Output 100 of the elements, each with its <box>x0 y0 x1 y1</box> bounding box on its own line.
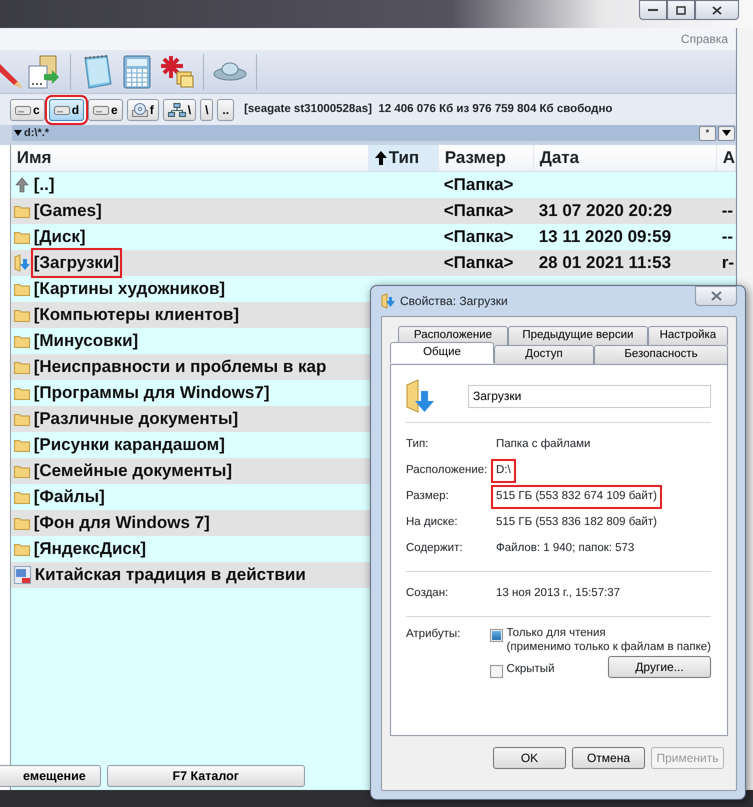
checkbox-note: (применимо только к файлам в папке) <box>506 640 711 654</box>
size-cell: <Папка> <box>444 253 514 272</box>
attribute-cell: -- <box>722 201 734 220</box>
attribute-cell: -- <box>722 227 734 246</box>
dropdown-button[interactable] <box>718 126 735 140</box>
folder-icon <box>14 464 30 478</box>
tab[interactable]: Предыдущие версии <box>508 326 648 345</box>
checkbox-label[interactable]: Только для чтения <box>506 626 711 640</box>
property-label: Атрибуты: <box>406 627 462 642</box>
close-icon <box>712 6 722 14</box>
file-name[interactable]: [Диск] <box>32 224 87 250</box>
dialog-button[interactable]: Отмена <box>572 747 645 769</box>
close-icon <box>710 291 722 301</box>
property-label: Размер: <box>406 489 450 504</box>
cd-drive-icon <box>132 102 148 116</box>
folder-icon <box>14 360 30 374</box>
name-field[interactable]: Загрузки <box>468 384 711 408</box>
drive-button[interactable]: c <box>10 98 45 120</box>
tab[interactable]: Общие <box>390 342 494 363</box>
property-value: Папка с файлами <box>495 437 592 452</box>
function-key-button[interactable]: F7 Каталог <box>106 765 305 787</box>
menu-item[interactable]: Справка <box>680 30 728 48</box>
path-text: d:\*.* <box>24 126 50 141</box>
file-name[interactable]: [Программы для Windows7] <box>32 380 270 406</box>
file-name[interactable]: [Рисунки карандашом] <box>32 432 226 458</box>
dropdown-icon[interactable] <box>14 130 22 136</box>
tab[interactable]: Доступ <box>494 345 594 364</box>
sort-arrow-icon <box>374 151 387 165</box>
property-label: Содержит: <box>406 541 464 556</box>
drive-info: [seagate st31000528as] 12 406 076 Кб из 976 759 804 Кб свободно <box>244 102 612 117</box>
date-cell: 28 01 2021 11:53 <box>538 253 672 272</box>
file-name[interactable]: [..] <box>32 172 56 198</box>
drive-button[interactable]: \ <box>162 98 196 120</box>
tab[interactable]: Безопасность <box>594 345 728 364</box>
size-cell: <Папка> <box>444 227 514 246</box>
download-folder-icon <box>381 293 395 309</box>
property-label: На диске: <box>406 515 459 530</box>
drive-icon <box>93 104 110 114</box>
file-name[interactable]: [Семейные документы] <box>32 458 234 484</box>
up-arrow-icon <box>14 177 30 193</box>
file-name[interactable]: [Минусовки] <box>32 328 140 354</box>
folder-icon <box>14 542 30 556</box>
folder-icon <box>14 516 30 530</box>
folder-icon <box>14 490 30 504</box>
file-name[interactable]: [Картины художников] <box>32 276 226 302</box>
file-name[interactable]: [Файлы] <box>32 484 106 510</box>
file-name[interactable]: [ЯндексДиск] <box>32 536 148 562</box>
property-label: Создан: <box>406 586 450 602</box>
folder-icon <box>14 282 30 296</box>
tab[interactable]: Настройка <box>648 326 728 345</box>
star-folders-icon[interactable] <box>159 54 195 90</box>
file-name[interactable]: [Загрузки] <box>32 250 120 276</box>
folder-icon <box>14 412 30 426</box>
drive-button[interactable]: \ <box>200 98 214 120</box>
checkbox[interactable] <box>490 629 503 642</box>
date-cell: 13 11 2020 09:59 <box>538 227 672 246</box>
drive-button[interactable]: f <box>126 98 159 120</box>
size-cell: <Папка> <box>444 175 514 194</box>
dialog-title: Свойства: Загрузки <box>400 293 508 310</box>
drive-button[interactable]: e <box>88 98 123 120</box>
drive-button[interactable]: .. <box>217 98 234 120</box>
drive-icon <box>54 104 70 114</box>
dialog-button[interactable]: OK <box>493 747 566 769</box>
folder-icon <box>14 308 30 322</box>
property-label: Расположение: <box>406 463 488 478</box>
minimize-button[interactable] <box>639 0 667 20</box>
property-value: 515 ГБ (553 836 182 809 байт) <box>495 515 658 530</box>
folder-icon <box>14 204 30 218</box>
column-header[interactable]: Размер <box>438 145 534 171</box>
column-header[interactable]: Тип <box>368 145 439 171</box>
drive-icon <box>15 104 31 114</box>
property-label: Тип: <box>406 437 430 452</box>
file-name[interactable]: [Games] <box>32 198 103 224</box>
video-file-icon <box>14 566 31 584</box>
maximize-button[interactable] <box>667 0 695 20</box>
folder-icon <box>14 230 30 244</box>
column-header[interactable]: Дата <box>534 145 717 171</box>
dialog-button: Применить <box>651 747 724 769</box>
folder-icon <box>14 438 30 452</box>
download-folder-icon <box>14 254 30 272</box>
folder-icon <box>14 334 30 348</box>
property-value: D:\ <box>493 461 514 481</box>
maximize-icon <box>676 6 686 14</box>
filter-button[interactable]: * <box>699 126 716 140</box>
other-button[interactable]: Другие... <box>608 656 711 678</box>
folder-icon <box>14 386 30 400</box>
file-name[interactable]: [Фон для Windows 7] <box>32 510 211 536</box>
copy-file-icon[interactable] <box>26 54 62 90</box>
function-key-button[interactable]: емещение <box>0 765 101 787</box>
network-icon <box>168 102 186 116</box>
property-value: Файлов: 1 940; папок: 573 <box>495 541 636 556</box>
property-value: 13 ноя 2013 г., 15:57:37 <box>495 586 622 602</box>
date-cell: 31 07 2020 20:29 <box>538 201 672 220</box>
minimize-icon <box>648 8 658 12</box>
size-cell: <Папка> <box>444 201 514 220</box>
close-button[interactable] <box>695 0 739 20</box>
column-header[interactable]: A <box>716 145 736 171</box>
checkbox[interactable] <box>490 665 503 678</box>
dropdown-icon <box>722 130 731 136</box>
checkbox-label[interactable]: Скрытый <box>506 662 555 676</box>
